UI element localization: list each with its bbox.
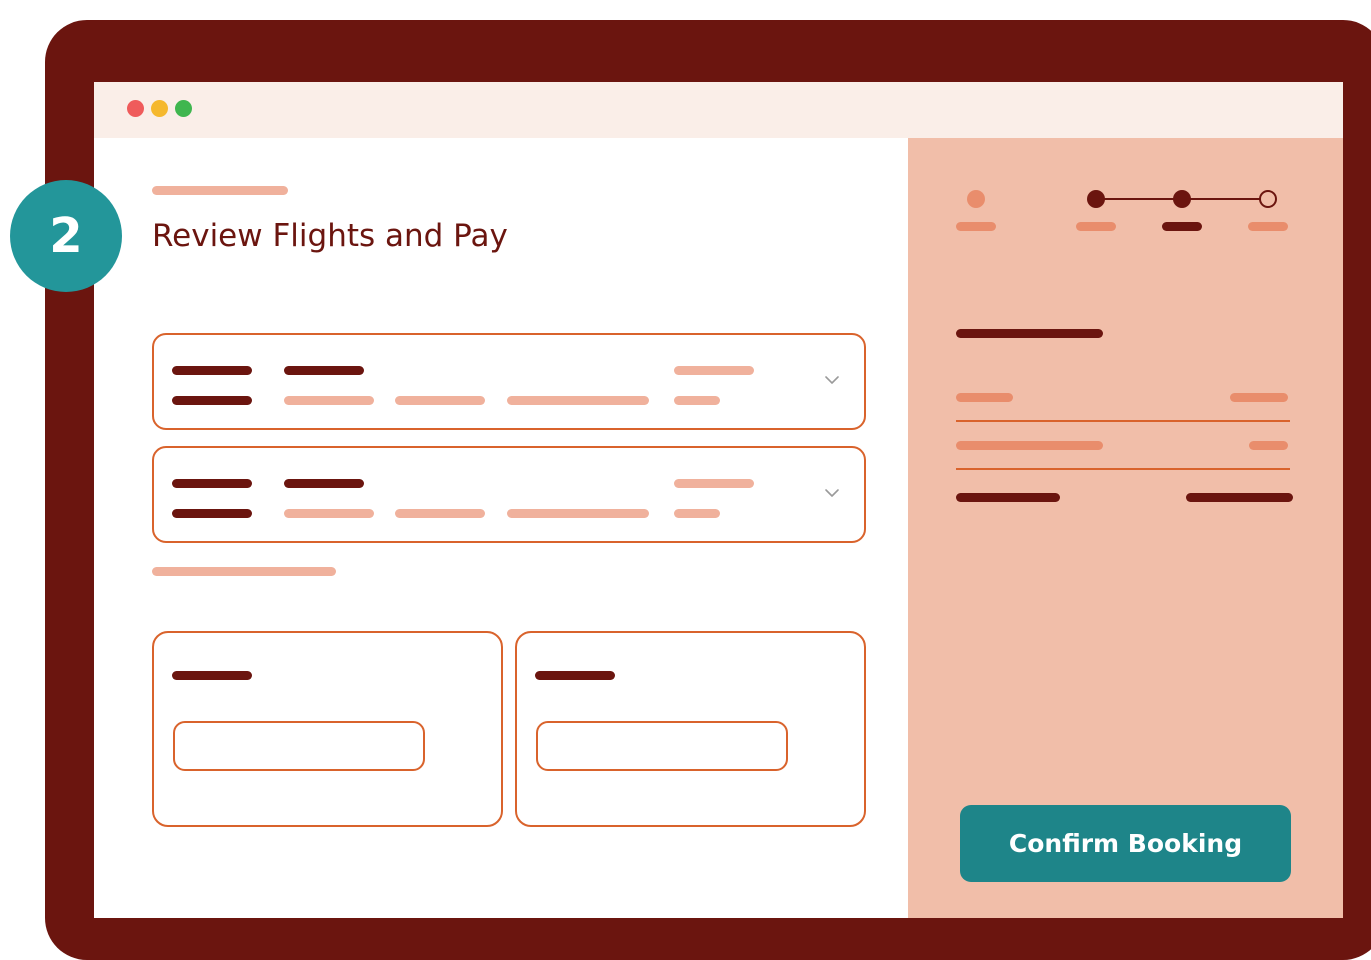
flight-detail-placeholder xyxy=(284,509,374,518)
chevron-down-icon[interactable] xyxy=(824,375,840,385)
summary-line-amount xyxy=(1230,393,1288,402)
flight-detail-placeholder xyxy=(507,509,649,518)
flight-card[interactable] xyxy=(152,446,866,543)
maximize-window-button[interactable] xyxy=(175,100,192,117)
page-title: Review Flights and Pay xyxy=(152,218,508,254)
flight-detail-placeholder xyxy=(284,396,374,405)
minimize-window-button[interactable] xyxy=(151,100,168,117)
confirm-booking-button[interactable]: Confirm Booking xyxy=(960,805,1291,882)
payment-input[interactable] xyxy=(536,721,788,771)
close-window-button[interactable] xyxy=(127,100,144,117)
flight-label-placeholder xyxy=(172,479,252,488)
summary-divider xyxy=(956,420,1290,422)
field-label-placeholder xyxy=(535,671,615,680)
step-number-badge: 2 xyxy=(10,180,122,292)
summary-divider xyxy=(956,468,1290,470)
flight-time-placeholder xyxy=(284,366,364,375)
summary-total-label xyxy=(956,493,1060,502)
chevron-down-icon[interactable] xyxy=(824,488,840,498)
summary-heading-placeholder xyxy=(956,329,1103,338)
flight-price-placeholder xyxy=(674,509,720,518)
eyebrow-placeholder xyxy=(152,186,288,195)
flight-detail-placeholder xyxy=(507,396,649,405)
flight-label-placeholder xyxy=(172,366,252,375)
progress-step-dot xyxy=(1087,190,1105,208)
progress-tracker xyxy=(967,190,1277,208)
flight-detail-placeholder xyxy=(395,396,485,405)
section-link-placeholder[interactable] xyxy=(152,567,336,576)
order-summary-sidebar xyxy=(908,138,1343,918)
flight-time-placeholder xyxy=(284,479,364,488)
payment-card xyxy=(152,631,503,827)
progress-step-label xyxy=(1076,222,1116,231)
summary-line-label xyxy=(956,393,1013,402)
flight-label-placeholder xyxy=(172,509,252,518)
flight-label-placeholder xyxy=(172,396,252,405)
flight-card[interactable] xyxy=(152,333,866,430)
progress-step-label xyxy=(1248,222,1288,231)
progress-step-label xyxy=(956,222,996,231)
payment-input[interactable] xyxy=(173,721,425,771)
flight-price-placeholder xyxy=(674,396,720,405)
progress-step-dot xyxy=(1173,190,1191,208)
flight-price-placeholder xyxy=(674,479,754,488)
progress-step-dot xyxy=(967,190,985,208)
progress-step-dot xyxy=(1259,190,1277,208)
progress-step-label xyxy=(1162,222,1202,231)
summary-total-amount xyxy=(1186,493,1293,502)
payment-card xyxy=(515,631,866,827)
window-titlebar xyxy=(94,82,1343,138)
summary-line-label xyxy=(956,441,1103,450)
flight-price-placeholder xyxy=(674,366,754,375)
flight-detail-placeholder xyxy=(395,509,485,518)
field-label-placeholder xyxy=(172,671,252,680)
summary-line-amount xyxy=(1249,441,1288,450)
